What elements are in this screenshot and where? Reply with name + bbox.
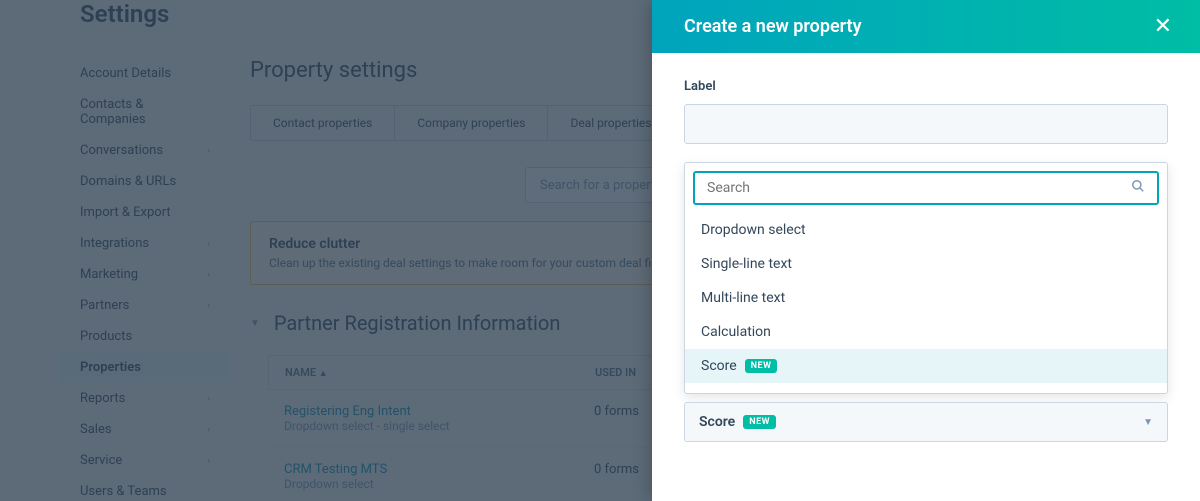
dropdown-option[interactable]: Single-line text [685,247,1167,281]
dropdown-option[interactable]: HubSpot user [685,383,1167,393]
new-badge: NEW [745,359,778,373]
create-property-drawer: Create a new property ✕ Label Dropdown s… [652,0,1200,501]
dropdown-option-label: Single-line text [701,256,792,272]
label-field-label: Label [684,79,1168,94]
drawer-header: Create a new property ✕ [652,0,1200,53]
dropdown-option[interactable]: Multi-line text [685,281,1167,315]
chevron-down-icon: ▼ [1143,417,1153,428]
field-type-select[interactable]: Score NEW ▼ [684,402,1168,442]
dropdown-search-field[interactable] [707,180,1131,196]
dropdown-option-label: Calculation [701,324,771,340]
dropdown-option-label: Score [701,358,737,374]
dropdown-option-label: Multi-line text [701,290,785,306]
dropdown-option[interactable]: Score NEW [685,349,1167,383]
search-icon [1131,179,1145,197]
drawer-title: Create a new property [684,16,862,37]
dropdown-option[interactable]: Calculation [685,315,1167,349]
close-icon[interactable]: ✕ [1154,16,1172,38]
new-badge: NEW [743,415,776,429]
dropdown-option-label: HubSpot user [701,392,786,393]
select-value-label: Score [699,414,735,430]
dropdown-option[interactable]: Dropdown select [685,213,1167,247]
field-type-dropdown-open: Dropdown select Single-line text Multi-lin… [684,162,1168,394]
dropdown-option-label: Dropdown select [701,222,806,238]
dropdown-search-input[interactable] [693,171,1159,205]
label-input[interactable] [684,104,1168,144]
